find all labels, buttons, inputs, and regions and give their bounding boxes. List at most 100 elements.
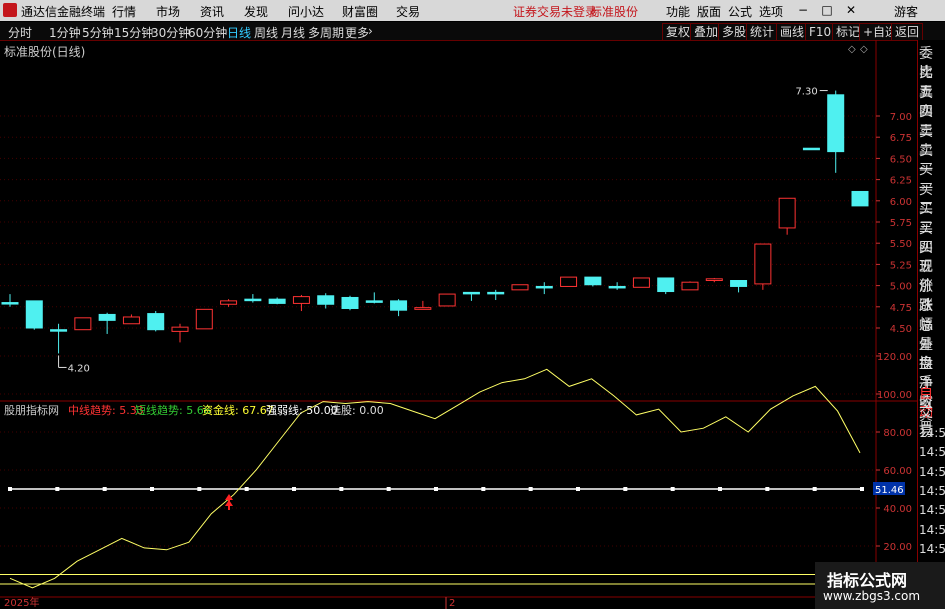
candle-body-down	[535, 285, 553, 289]
period-tick[interactable]: 分时	[8, 24, 32, 41]
candle-body-up	[195, 308, 213, 330]
candle-body-up	[511, 284, 529, 291]
login-warning[interactable]: 证券交易未登录	[513, 3, 597, 20]
menu-wealth[interactable]: 财富圈	[342, 3, 378, 20]
menu-discover[interactable]: 发现	[244, 3, 268, 20]
watermark: 指标公式网 www.zbgs3.com	[815, 562, 945, 609]
period-5min[interactable]: 5分钟	[82, 24, 114, 41]
chevron-right-icon[interactable]: ›	[368, 24, 373, 38]
date-label-start: 2025年	[4, 596, 39, 609]
menu-layout[interactable]: 版面	[697, 3, 721, 20]
strength-marker	[765, 487, 770, 491]
menu-options[interactable]: 选项	[759, 3, 783, 20]
price-tick-label: 5.75	[890, 218, 912, 229]
candle-body-up	[438, 293, 456, 307]
indicator-tick-label: 60.00	[883, 466, 912, 477]
menu-ask[interactable]: 问小达	[288, 3, 324, 20]
app-logo-icon	[3, 3, 17, 17]
strength-marker	[481, 487, 486, 491]
indicator-tick-label: 120.00	[877, 352, 912, 363]
candle-body-down	[462, 291, 480, 295]
candle-body-down	[98, 313, 116, 321]
candle-body-down	[390, 300, 408, 311]
date-label-mid: 2	[449, 598, 455, 609]
strength-marker	[623, 487, 628, 491]
strength-marker	[812, 487, 817, 491]
trade-field-8: 14:56	[919, 542, 945, 557]
indicator-name[interactable]: 股朋指标网	[4, 402, 59, 418]
trade-field-4: 14:56	[919, 464, 945, 479]
candle-body-down	[851, 190, 869, 207]
candle-body-down	[244, 298, 262, 302]
strength-marker	[860, 487, 864, 491]
menu-formula[interactable]: 公式	[728, 3, 752, 20]
candle-body-up	[122, 316, 140, 325]
candle-body-up	[632, 277, 650, 288]
current-value-label: 51.46	[875, 485, 904, 496]
maximize-icon[interactable]: □	[818, 4, 836, 17]
kline-chart[interactable]: 7.30 4.20 ◇ ◇ 7.00 6.75 6.50 6.25 6.00 5.75 5.50 5…	[0, 40, 917, 609]
tool-stats[interactable]: 统计	[746, 23, 779, 41]
candle-body-down	[317, 295, 335, 305]
period-weekly[interactable]: 周线	[254, 24, 278, 41]
menu-market[interactable]: 市场	[156, 3, 180, 20]
period-15min[interactable]: 15分钟	[114, 24, 153, 41]
candle-body-down	[365, 300, 383, 303]
trade-field-2: 14:56	[919, 425, 945, 440]
strength-marker	[718, 487, 722, 491]
candle-body-down	[341, 296, 359, 309]
period-30min[interactable]: 30分钟	[151, 24, 190, 41]
price-tick-label: 5.50	[890, 239, 912, 250]
trade-field-3: 14:56	[919, 445, 945, 460]
close-icon[interactable]: ✕	[842, 4, 860, 17]
candle-body-up	[778, 197, 796, 229]
indicator-tick-label: 80.00	[883, 428, 912, 439]
price-tick-label: 6.75	[890, 133, 912, 144]
period-monthly[interactable]: 月线	[281, 24, 305, 41]
candle-body-down	[657, 277, 675, 293]
tool-f10[interactable]: F10	[805, 23, 836, 41]
period-1min[interactable]: 1分钟	[49, 24, 81, 41]
strength-marker	[670, 487, 675, 491]
tool-draw[interactable]: 画线	[776, 23, 809, 41]
period-more[interactable]: 更多	[345, 24, 369, 41]
diamond-icon-2: ◇	[860, 44, 868, 55]
indicator-tick-label: 20.00	[883, 542, 912, 553]
menu-quotes[interactable]: 行情	[112, 3, 136, 20]
candle-body-up	[705, 278, 723, 282]
period-daily[interactable]: 日线	[227, 24, 251, 41]
price-tick-label: 6.00	[890, 197, 912, 208]
strength-marker	[339, 487, 344, 491]
tool-back[interactable]: 返回	[891, 23, 924, 41]
candle-body-up	[414, 307, 432, 310]
indicator-short-trend: 短线趋势: 5.66	[135, 404, 211, 417]
strength-marker	[386, 487, 391, 491]
indicator-tick-label: 100.00	[877, 390, 912, 401]
menu-news[interactable]: 资讯	[200, 3, 224, 20]
period-60min[interactable]: 60分钟	[188, 24, 227, 41]
app-name: 通达信金融终端	[21, 5, 106, 19]
menu-trade[interactable]: 交易	[396, 3, 420, 20]
strength-marker	[102, 487, 107, 491]
candle-body-down	[608, 285, 626, 289]
user-label[interactable]: 游客	[894, 3, 918, 20]
price-tick-label: 6.25	[890, 176, 912, 187]
menu-function[interactable]: 功能	[666, 3, 690, 20]
trade-field-5: 14:56	[919, 484, 945, 498]
candle-body-down	[730, 280, 748, 287]
minimize-icon[interactable]: −	[794, 4, 812, 17]
candle-body-up	[560, 276, 578, 287]
candle-body-down	[25, 300, 43, 329]
indicator-select: 选股: 0.00	[330, 404, 384, 417]
candle-body-up	[754, 243, 772, 285]
strength-marker	[197, 487, 202, 491]
price-tick-label: 4.50	[890, 324, 912, 335]
candle-body-down	[50, 329, 68, 332]
strength-marker	[576, 487, 580, 491]
strength-marker	[528, 487, 533, 491]
title-bar: 通达信金融终端 行情 市场 资讯 发现 问小达 财富圈 交易 证券交易未登录 标…	[0, 0, 945, 21]
period-multi[interactable]: 多周期	[308, 24, 344, 41]
candle-body-down	[268, 298, 286, 304]
strength-marker	[55, 487, 60, 491]
diamond-icon: ◇	[848, 44, 856, 55]
